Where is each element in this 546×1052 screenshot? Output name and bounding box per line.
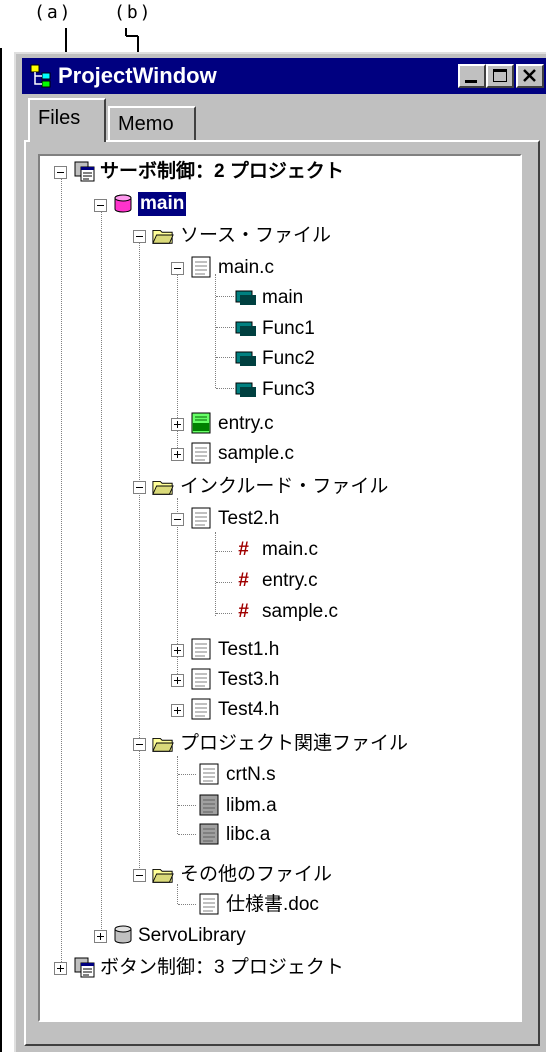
tab-files[interactable]: Files — [28, 98, 106, 142]
file-label[interactable]: main.c — [218, 256, 274, 280]
collapse-toggle[interactable] — [94, 199, 107, 212]
folder-label[interactable]: ソース・ファイル — [180, 224, 331, 248]
file-label[interactable]: 仕様書.doc — [226, 893, 319, 917]
function-label[interactable]: Func3 — [262, 378, 315, 402]
function-label[interactable]: Func2 — [262, 347, 315, 371]
tree-line — [177, 884, 179, 904]
expand-toggle[interactable] — [171, 704, 184, 717]
function-icon — [235, 321, 256, 336]
function-icon — [235, 351, 256, 366]
tree-line — [215, 532, 217, 616]
function-label[interactable]: main — [262, 286, 303, 310]
tab-files-label: Files — [38, 107, 81, 129]
file-label[interactable]: libc.a — [226, 823, 270, 847]
collapse-toggle[interactable] — [171, 262, 184, 275]
minimize-button[interactable] — [458, 64, 486, 88]
tab-memo-label: Memo — [118, 113, 174, 135]
close-button[interactable] — [516, 64, 544, 88]
folder-label[interactable]: プロジェクト関連ファイル — [180, 732, 408, 756]
database-icon — [114, 925, 132, 944]
tree-line — [139, 238, 141, 876]
library-file-icon — [199, 823, 219, 845]
file-icon — [199, 763, 219, 785]
folder-icon — [152, 868, 174, 883]
file-label[interactable]: Test2.h — [218, 507, 279, 531]
main-module-label[interactable]: main — [138, 192, 187, 216]
title-bar[interactable]: ProjectWindow — [22, 58, 546, 94]
project-icon — [74, 161, 95, 182]
library-node-label[interactable]: ServoLibrary — [138, 924, 246, 948]
maximize-button[interactable] — [486, 64, 514, 88]
folder-icon — [152, 737, 174, 752]
maximize-icon — [493, 69, 507, 82]
hash-icon: # — [238, 539, 249, 560]
library-file-icon — [199, 794, 219, 816]
expand-toggle[interactable] — [171, 644, 184, 657]
include-ref-label[interactable]: sample.c — [262, 600, 338, 624]
close-icon — [523, 69, 536, 82]
file-label[interactable]: sample.c — [218, 442, 294, 466]
outer-border-line — [0, 48, 6, 1052]
file-icon — [191, 698, 211, 720]
function-icon — [235, 382, 256, 397]
expand-toggle[interactable] — [171, 674, 184, 687]
tree-line — [61, 173, 63, 970]
collapse-toggle[interactable] — [133, 230, 146, 243]
expand-toggle[interactable] — [94, 930, 107, 943]
function-label[interactable]: Func1 — [262, 317, 315, 341]
folder-icon — [152, 480, 174, 495]
folder-label[interactable]: その他のファイル — [180, 863, 332, 887]
collapse-toggle[interactable] — [133, 869, 146, 882]
tree-line — [177, 756, 179, 834]
window-title: ProjectWindow — [58, 63, 217, 88]
hash-icon: # — [238, 601, 249, 622]
file-label[interactable]: Test3.h — [218, 668, 279, 692]
file-icon — [191, 638, 211, 660]
file-icon — [199, 893, 219, 915]
file-label[interactable]: crtN.s — [226, 763, 276, 787]
option-file-icon — [191, 412, 211, 434]
project-node-label[interactable]: サーボ制御：2 プロジェクト — [100, 160, 344, 184]
function-icon — [235, 290, 256, 305]
file-label[interactable]: Test4.h — [218, 698, 279, 722]
collapse-toggle[interactable] — [133, 738, 146, 751]
project-icon — [74, 957, 95, 978]
tree-line — [101, 207, 103, 937]
folder-icon — [152, 229, 174, 244]
file-label[interactable]: entry.c — [218, 412, 274, 436]
expand-toggle[interactable] — [171, 418, 184, 431]
file-label[interactable]: Test1.h — [218, 638, 279, 662]
expand-toggle[interactable] — [171, 448, 184, 461]
project-node-label[interactable]: ボタン制御：3 プロジェクト — [100, 956, 344, 980]
file-icon — [191, 507, 211, 529]
tree-line — [215, 274, 217, 388]
collapse-toggle[interactable] — [54, 166, 67, 179]
file-label[interactable]: libm.a — [226, 794, 277, 818]
include-ref-label[interactable]: main.c — [262, 538, 318, 562]
collapse-toggle[interactable] — [133, 481, 146, 494]
collapse-toggle[interactable] — [171, 513, 184, 526]
include-ref-label[interactable]: entry.c — [262, 569, 318, 593]
project-window-icon — [30, 64, 51, 88]
file-icon — [191, 442, 211, 464]
folder-label[interactable]: インクルード・ファイル — [180, 475, 388, 499]
database-icon — [114, 194, 132, 213]
tab-memo[interactable]: Memo — [108, 106, 196, 142]
expand-toggle[interactable] — [54, 962, 67, 975]
file-icon — [191, 668, 211, 690]
hash-icon: # — [238, 570, 249, 591]
minimize-icon — [465, 80, 477, 83]
file-icon — [191, 256, 211, 278]
